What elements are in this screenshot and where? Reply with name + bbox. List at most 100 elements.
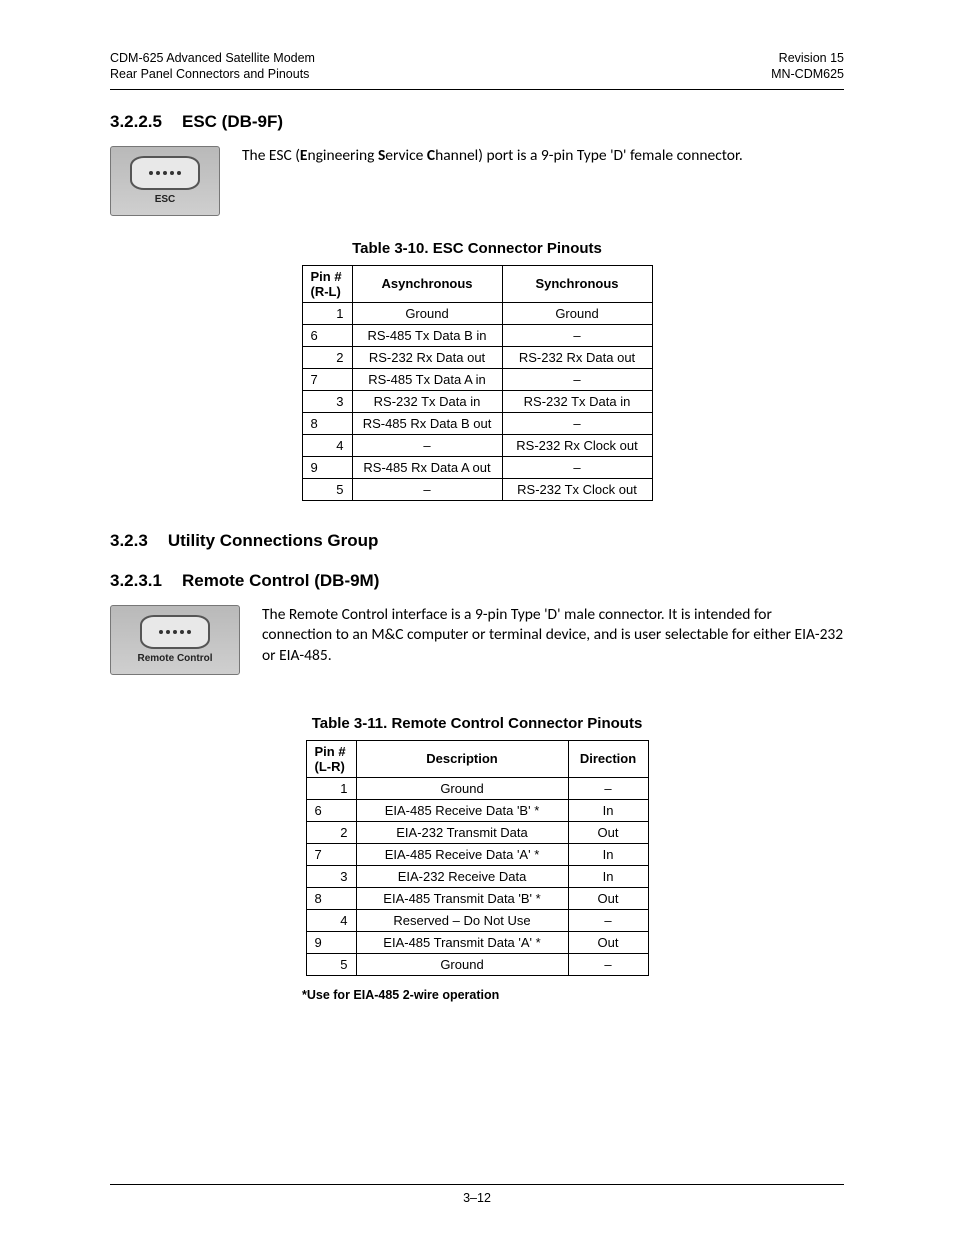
table-row: 6RS-485 Tx Data B in– — [302, 324, 652, 346]
cell-pin: 2 — [306, 821, 356, 843]
table-row: 6EIA-485 Receive Data 'B' *In — [306, 799, 648, 821]
cell-sync: Ground — [502, 302, 652, 324]
cell-pin: 1 — [306, 777, 356, 799]
remote-image-label: Remote Control — [138, 653, 213, 664]
cell-pin: 1 — [302, 302, 352, 324]
heading-3-2-3-1: 3.2.3.1 Remote Control (DB-9M) — [110, 571, 844, 591]
cell-async: RS-232 Rx Data out — [352, 346, 502, 368]
header-left-2: Rear Panel Connectors and Pinouts — [110, 66, 315, 82]
cell-async: RS-485 Tx Data A in — [352, 368, 502, 390]
th-dir: Direction — [568, 740, 648, 777]
cell-pin: 7 — [306, 843, 356, 865]
cell-dir: Out — [568, 821, 648, 843]
cell-sync: RS-232 Rx Data out — [502, 346, 652, 368]
table-3-11: Pin # (L-R) Description Direction 1Groun… — [306, 740, 649, 976]
cell-async: – — [352, 434, 502, 456]
remote-body-text: The Remote Control interface is a 9-pin … — [262, 605, 844, 668]
cell-async: Ground — [352, 302, 502, 324]
table-row: 4Reserved – Do Not Use– — [306, 909, 648, 931]
heading-title: Utility Connections Group — [168, 531, 379, 551]
cell-dir: In — [568, 843, 648, 865]
cell-pin: 9 — [306, 931, 356, 953]
th-pin: Pin # (L-R) — [306, 740, 356, 777]
table-row: 2EIA-232 Transmit DataOut — [306, 821, 648, 843]
header-right-1: Revision 15 — [771, 50, 844, 66]
cell-async: – — [352, 478, 502, 500]
table-row: 4–RS-232 Rx Clock out — [302, 434, 652, 456]
heading-number: 3.2.3.1 — [110, 571, 162, 591]
cell-sync: – — [502, 412, 652, 434]
cell-pin: 4 — [306, 909, 356, 931]
cell-dir: – — [568, 909, 648, 931]
esc-image-label: ESC — [155, 194, 176, 205]
table-row: 2RS-232 Rx Data outRS-232 Rx Data out — [302, 346, 652, 368]
cell-desc: Ground — [356, 777, 568, 799]
cell-sync: RS-232 Tx Data in — [502, 390, 652, 412]
cell-dir: Out — [568, 931, 648, 953]
table-row: 8EIA-485 Transmit Data 'B' *Out — [306, 887, 648, 909]
cell-pin: 8 — [302, 412, 352, 434]
esc-section-block: ESC The ESC (Engineering Service Channel… — [110, 146, 844, 216]
table-3-11-caption: Table 3-11. Remote Control Connector Pin… — [110, 715, 844, 732]
cell-pin: 7 — [302, 368, 352, 390]
table-row: 3RS-232 Tx Data inRS-232 Tx Data in — [302, 390, 652, 412]
header-left-1: CDM-625 Advanced Satellite Modem — [110, 50, 315, 66]
th-sync: Synchronous — [502, 265, 652, 302]
cell-sync: RS-232 Rx Clock out — [502, 434, 652, 456]
cell-desc: EIA-485 Receive Data 'B' * — [356, 799, 568, 821]
table-row: 7EIA-485 Receive Data 'A' *In — [306, 843, 648, 865]
remote-section-block: Remote Control The Remote Control interf… — [110, 605, 844, 675]
table-row: 5Ground– — [306, 953, 648, 975]
cell-pin: 8 — [306, 887, 356, 909]
cell-pin: 3 — [302, 390, 352, 412]
cell-dir: In — [568, 865, 648, 887]
esc-connector-image: ESC — [110, 146, 220, 216]
cell-pin: 2 — [302, 346, 352, 368]
remote-connector-image: Remote Control — [110, 605, 240, 675]
cell-pin: 5 — [306, 953, 356, 975]
cell-dir: Out — [568, 887, 648, 909]
cell-pin: 4 — [302, 434, 352, 456]
cell-pin: 6 — [306, 799, 356, 821]
cell-dir: In — [568, 799, 648, 821]
th-async: Asynchronous — [352, 265, 502, 302]
cell-dir: – — [568, 953, 648, 975]
table-row: 7RS-485 Tx Data A in– — [302, 368, 652, 390]
table-3-10: Pin # (R-L) Asynchronous Synchronous 1Gr… — [302, 265, 653, 501]
table-row: 9RS-485 Rx Data A out– — [302, 456, 652, 478]
heading-3-2-3: 3.2.3 Utility Connections Group — [110, 531, 844, 551]
cell-desc: EIA-232 Receive Data — [356, 865, 568, 887]
heading-number: 3.2.2.5 — [110, 112, 162, 132]
cell-desc: EIA-232 Transmit Data — [356, 821, 568, 843]
table-row: 1GroundGround — [302, 302, 652, 324]
heading-number: 3.2.3 — [110, 531, 148, 551]
cell-desc: Ground — [356, 953, 568, 975]
table-row: 5–RS-232 Tx Clock out — [302, 478, 652, 500]
cell-desc: EIA-485 Transmit Data 'A' * — [356, 931, 568, 953]
table-3-10-caption: Table 3-10. ESC Connector Pinouts — [110, 240, 844, 257]
cell-sync: RS-232 Tx Clock out — [502, 478, 652, 500]
cell-desc: Reserved – Do Not Use — [356, 909, 568, 931]
cell-desc: EIA-485 Receive Data 'A' * — [356, 843, 568, 865]
header-rule — [110, 89, 844, 90]
cell-pin: 9 — [302, 456, 352, 478]
cell-pin: 3 — [306, 865, 356, 887]
page-header: CDM-625 Advanced Satellite Modem Rear Pa… — [110, 50, 844, 83]
table-row: 3EIA-232 Receive DataIn — [306, 865, 648, 887]
table-row: 1Ground– — [306, 777, 648, 799]
cell-async: RS-485 Tx Data B in — [352, 324, 502, 346]
footer-rule — [110, 1184, 844, 1185]
heading-title: ESC (DB-9F) — [182, 112, 283, 132]
cell-sync: – — [502, 324, 652, 346]
cell-async: RS-485 Rx Data B out — [352, 412, 502, 434]
cell-pin: 5 — [302, 478, 352, 500]
cell-dir: – — [568, 777, 648, 799]
heading-title: Remote Control (DB-9M) — [182, 571, 379, 591]
cell-sync: – — [502, 368, 652, 390]
cell-desc: EIA-485 Transmit Data 'B' * — [356, 887, 568, 909]
table-3-11-footnote: *Use for EIA-485 2-wire operation — [302, 988, 652, 1002]
heading-3-2-2-5: 3.2.2.5 ESC (DB-9F) — [110, 112, 844, 132]
cell-sync: – — [502, 456, 652, 478]
cell-async: RS-232 Tx Data in — [352, 390, 502, 412]
th-pin: Pin # (R-L) — [302, 265, 352, 302]
